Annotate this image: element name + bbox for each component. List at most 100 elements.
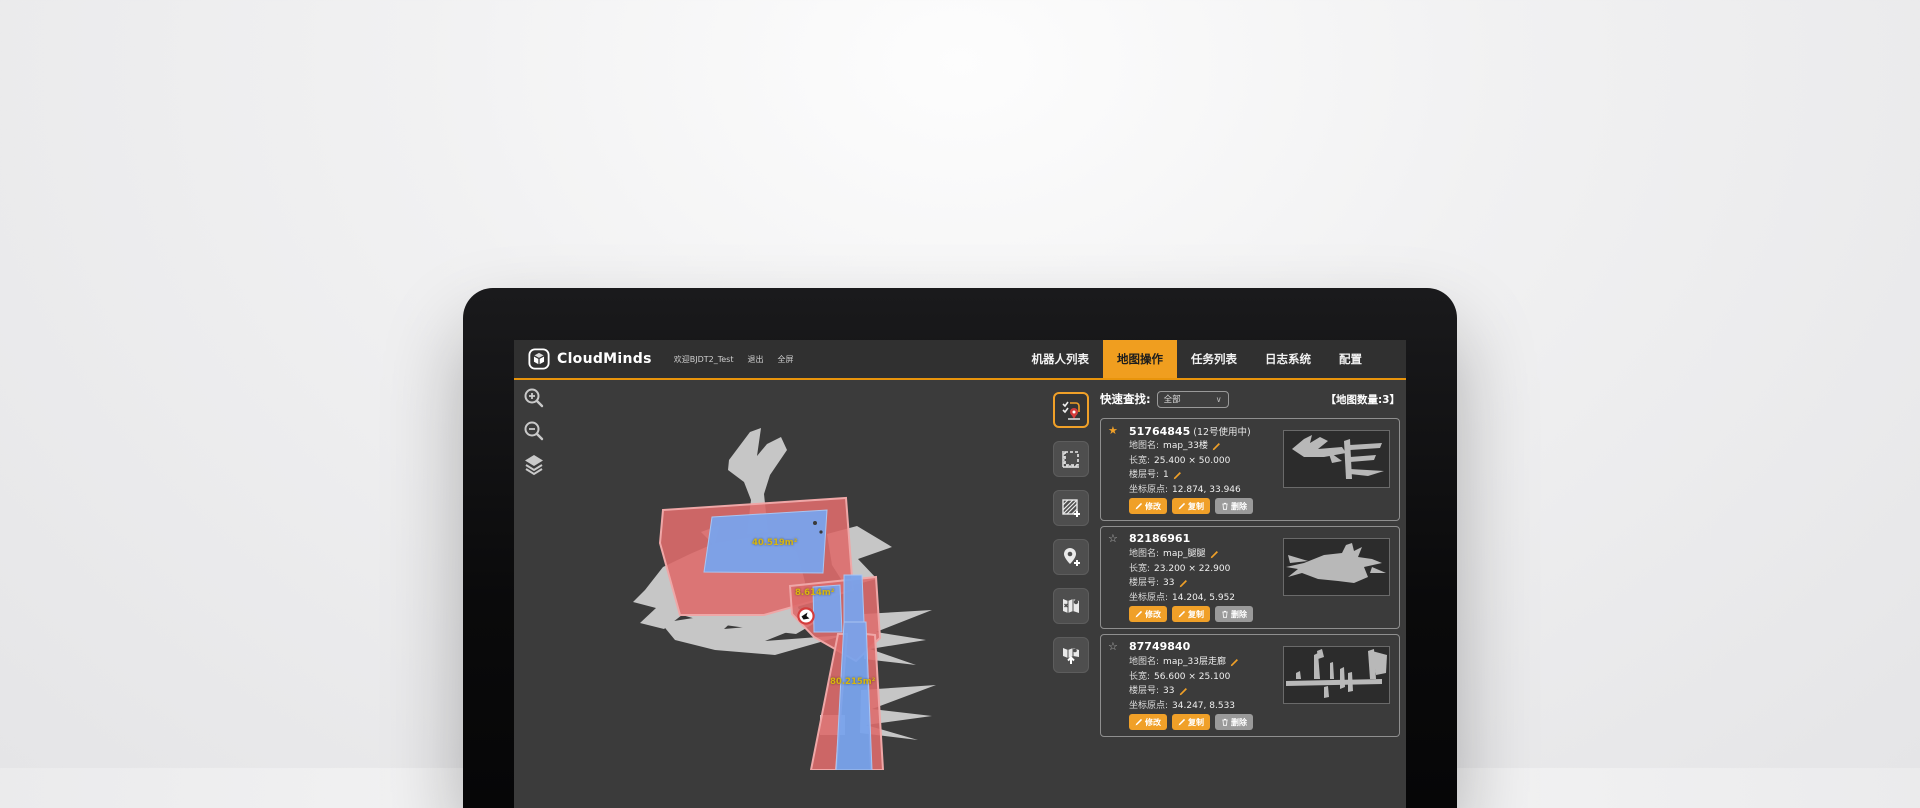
edit-floor-icon[interactable]	[1179, 687, 1188, 696]
map-in-use-badge: (12号使用中)	[1193, 427, 1251, 438]
zoom-out-icon[interactable]	[522, 419, 546, 443]
card-buttons: 修改 复制 删除	[1129, 606, 1253, 622]
map-zoom-tools	[522, 386, 546, 476]
field-label-floor: 楼层号:	[1129, 685, 1159, 697]
fullscreen-link[interactable]: 全屏	[777, 354, 793, 365]
map-card-title: 82186961	[1129, 532, 1193, 545]
edit-map-button[interactable]: 修改	[1129, 606, 1167, 622]
panel-header: 快速查找: 全部 ∨ 【地图数量:3】	[1100, 387, 1400, 411]
map-count-label: 【地图数量:3】	[1325, 392, 1400, 407]
map-thumbnail[interactable]	[1283, 538, 1390, 596]
nav-item-map-operations[interactable]: 地图操作	[1103, 340, 1177, 378]
brand-name: CloudMinds	[557, 351, 652, 367]
main-nav: 机器人列表 地图操作 任务列表 日志系统 配置	[1018, 340, 1407, 378]
edit-map-button[interactable]: 修改	[1129, 714, 1167, 730]
nav-item-task-list[interactable]: 任务列表	[1177, 340, 1251, 378]
edit-floor-icon[interactable]	[1173, 471, 1182, 480]
pencil-icon	[1135, 610, 1143, 618]
map-card: ★ 51764845(12号使用中) 地图名: map_33楼 长宽: 25.400…	[1100, 418, 1400, 521]
logout-link[interactable]: 退出	[747, 354, 763, 365]
field-label-floor: 楼层号:	[1129, 577, 1159, 589]
zoom-in-icon[interactable]	[522, 386, 546, 410]
pin-plus-icon	[1060, 546, 1082, 568]
map-card-fields: 地图名:map_33层走廊 长宽:56.600 × 25.100 楼层号:33 …	[1129, 656, 1239, 712]
measure-icon	[1060, 448, 1082, 470]
map-edit-toolbar	[1053, 392, 1089, 673]
map-name-value: map_33楼	[1163, 440, 1208, 452]
filter-select[interactable]: 全部 ∨	[1157, 391, 1229, 408]
nav-item-config[interactable]: 配置	[1325, 340, 1376, 378]
map-card-fields: 地图名: map_33楼 长宽: 25.400 × 50.000 楼层号: 1 坐标原…	[1129, 440, 1241, 496]
map-floor-value: 33	[1163, 685, 1174, 697]
star-icon[interactable]: ☆	[1108, 640, 1118, 653]
copy-map-button[interactable]: 复制	[1172, 714, 1210, 730]
map-card-title: 51764845(12号使用中)	[1129, 424, 1251, 438]
pencil-icon	[1135, 502, 1143, 510]
card-buttons: 修改 复制 删除	[1129, 498, 1253, 514]
map-floor-value: 1	[1163, 469, 1169, 481]
field-label-origin: 坐标原点:	[1129, 700, 1168, 712]
copy-map-button[interactable]: 复制	[1172, 606, 1210, 622]
delete-map-button[interactable]: 删除	[1215, 498, 1253, 514]
map-card-title: 87749840	[1129, 640, 1193, 653]
edit-name-icon[interactable]	[1210, 550, 1219, 559]
edit-floor-icon[interactable]	[1179, 579, 1188, 588]
map-card: ☆ 87749840 地图名:map_33层走廊 长宽:56.600 × 25.…	[1100, 634, 1400, 737]
map-card-fields: 地图名:map_腿腿 长宽:23.200 × 22.900 楼层号:33 坐标原…	[1129, 548, 1235, 604]
copy-map-button[interactable]: 复制	[1172, 498, 1210, 514]
field-label-name: 地图名:	[1129, 440, 1159, 452]
edit-name-icon[interactable]	[1230, 658, 1239, 667]
map-size-value: 25.400 × 50.000	[1154, 455, 1230, 467]
field-label-size: 长宽:	[1129, 455, 1150, 467]
map-origin-value: 34.247, 8.533	[1172, 700, 1235, 712]
app-screen: CloudMinds 欢迎BJDT2_Test 退出 全屏 机器人列表 地图操作…	[514, 340, 1406, 808]
map-size-value: 23.200 × 22.900	[1154, 563, 1230, 575]
map-name-value: map_33层走廊	[1163, 656, 1226, 668]
folded-map-x-pin-icon	[1060, 595, 1082, 617]
map-upload-tool[interactable]	[1053, 637, 1089, 673]
content-area: 40.519m² 8.614m² 80.215m²	[514, 382, 1406, 808]
pencil-icon	[1178, 610, 1186, 618]
map-thumbnail[interactable]	[1283, 430, 1390, 488]
map-origin-value: 14.204, 5.952	[1172, 592, 1235, 604]
pencil-icon	[1178, 718, 1186, 726]
top-navbar: CloudMinds 欢迎BJDT2_Test 退出 全屏 机器人列表 地图操作…	[514, 340, 1406, 380]
field-label-origin: 坐标原点:	[1129, 484, 1168, 496]
cloudminds-logo-icon	[528, 348, 550, 370]
field-label-floor: 楼层号:	[1129, 469, 1159, 481]
map-id: 82186961	[1129, 532, 1190, 545]
robot-marker[interactable]	[797, 607, 815, 625]
map-card: ☆ 82186961 地图名:map_腿腿 长宽:23.200 × 22.900…	[1100, 526, 1400, 629]
trash-icon	[1221, 718, 1229, 726]
welcome-text: 欢迎BJDT2_Test	[674, 354, 734, 365]
map-canvas[interactable]	[514, 382, 1054, 770]
brand: CloudMinds	[528, 348, 652, 370]
filter-select-value: 全部	[1164, 393, 1181, 405]
poi-task-list-tool[interactable]	[1053, 392, 1089, 428]
map-id: 87749840	[1129, 640, 1190, 653]
add-restricted-area-tool[interactable]	[1053, 490, 1089, 526]
map-upload-icon	[1060, 644, 1082, 666]
checklist-pin-icon	[1060, 399, 1082, 421]
edit-map-button[interactable]: 修改	[1129, 498, 1167, 514]
map-origin-value: 12.874, 33.946	[1172, 484, 1241, 496]
field-label-size: 长宽:	[1129, 671, 1150, 683]
layers-icon[interactable]	[522, 452, 546, 476]
map-thumbnail[interactable]	[1283, 646, 1390, 704]
delete-map-button[interactable]: 删除	[1215, 606, 1253, 622]
add-poi-tool[interactable]	[1053, 539, 1089, 575]
map-size-value: 56.600 × 25.100	[1154, 671, 1230, 683]
star-icon[interactable]: ★	[1108, 424, 1118, 437]
map-floor-value: 33	[1163, 577, 1174, 589]
measure-tool[interactable]	[1053, 441, 1089, 477]
chevron-down-icon: ∨	[1216, 395, 1222, 404]
nav-item-robot-list[interactable]: 机器人列表	[1018, 340, 1104, 378]
edit-name-icon[interactable]	[1212, 442, 1221, 451]
nav-item-log-system[interactable]: 日志系统	[1251, 340, 1325, 378]
hatched-area-plus-icon	[1060, 497, 1082, 519]
delete-map-button[interactable]: 删除	[1215, 714, 1253, 730]
map-marker-tool[interactable]	[1053, 588, 1089, 624]
field-label-name: 地图名:	[1129, 548, 1159, 560]
trash-icon	[1221, 610, 1229, 618]
star-icon[interactable]: ☆	[1108, 532, 1118, 545]
